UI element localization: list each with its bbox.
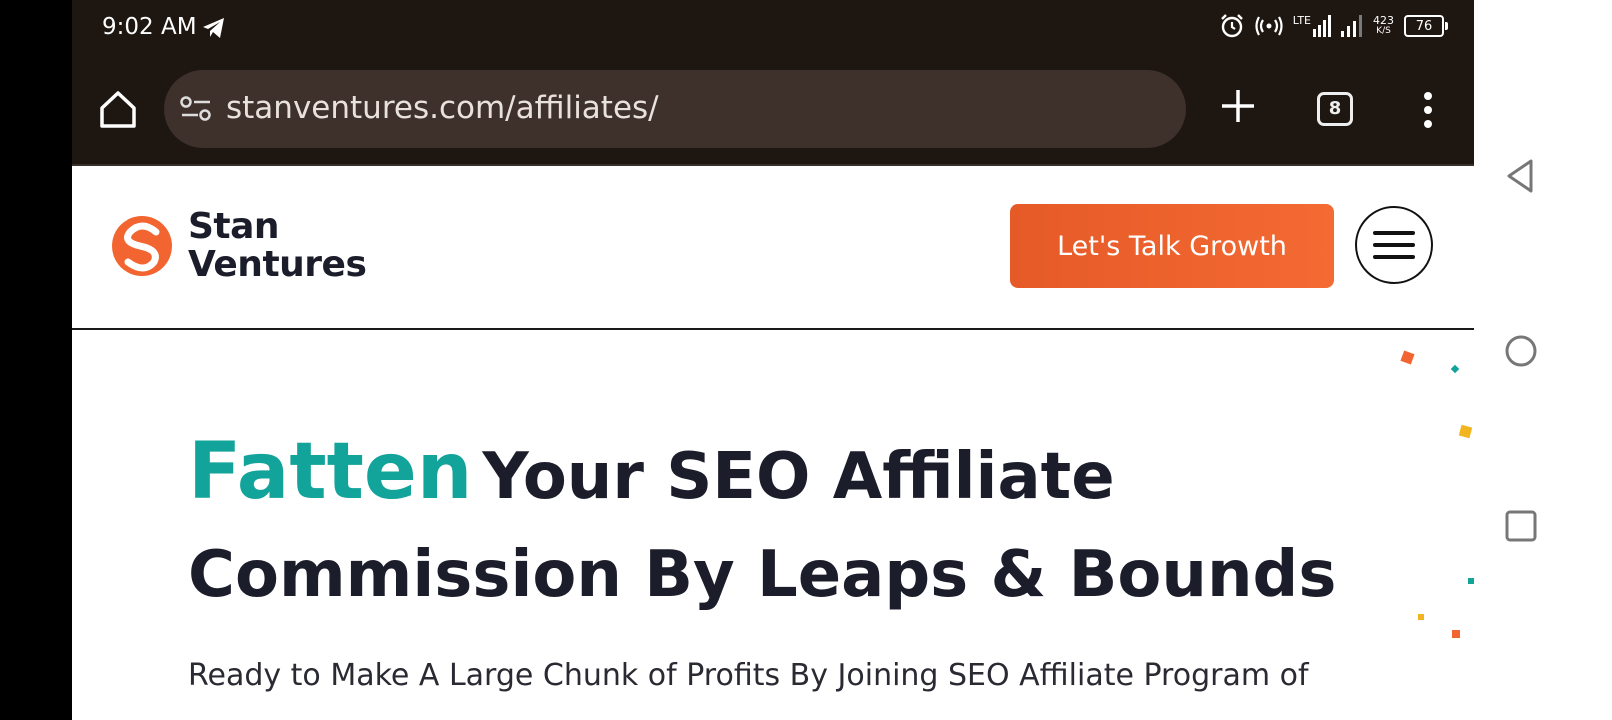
plus-icon[interactable] — [1218, 86, 1258, 126]
status-bar: 9:02 AM LTE 423 K/S 76 — [72, 0, 1474, 58]
square-recents-icon[interactable] — [1505, 510, 1537, 542]
tab-switcher-button[interactable]: 8 — [1317, 92, 1353, 126]
confetti-decoration — [1450, 364, 1460, 374]
telegram-icon — [203, 18, 224, 38]
address-bar[interactable]: stanventures.com/affiliates/ — [164, 70, 1186, 148]
battery-level: 76 — [1415, 18, 1433, 34]
url-text[interactable]: stanventures.com/affiliates/ — [226, 90, 659, 126]
logo-line-2: Ventures — [188, 244, 367, 285]
site-header: Stan Ventures Let's Talk Growth — [72, 166, 1474, 330]
triangle-back-icon[interactable] — [1505, 158, 1535, 194]
net-speed-unit: K/S — [1376, 26, 1391, 36]
circle-home-icon[interactable] — [1504, 334, 1538, 368]
headline-line-2: Commission By Leaps & Bounds — [188, 538, 1337, 612]
net-speed-value: 423 — [1373, 14, 1394, 27]
headline-rest: Your SEO Affiliate — [482, 440, 1115, 514]
net-speed: 423 K/S — [1373, 15, 1394, 37]
status-icons: LTE 423 K/S 76 — [1219, 13, 1448, 39]
lets-talk-growth-button[interactable]: Let's Talk Growth — [1010, 204, 1334, 288]
hotspot-icon — [1255, 16, 1283, 36]
hero-subtext: Ready to Make A Large Chunk of Profits B… — [188, 658, 1309, 693]
confetti-decoration — [1400, 350, 1415, 365]
android-nav-bar — [1474, 0, 1612, 720]
logo-mark-icon — [112, 216, 172, 276]
hamburger-menu-icon[interactable] — [1355, 206, 1433, 284]
hero-headline: Fatten Your SEO Affiliate Commission By L… — [188, 428, 1336, 619]
tune-icon[interactable] — [180, 96, 212, 122]
confetti-decoration — [1458, 424, 1473, 439]
logo-wordmark: Stan Ventures — [188, 206, 367, 285]
headline-accent: Fatten — [188, 427, 473, 517]
browser-toolbar: stanventures.com/affiliates/ 8 — [72, 58, 1474, 166]
logo-line-1: Stan — [188, 206, 280, 247]
alarm-icon — [1220, 14, 1243, 38]
signal-icon — [1341, 15, 1362, 37]
confetti-decoration — [1452, 630, 1460, 638]
hero-section: Fatten Your SEO Affiliate Commission By L… — [72, 330, 1474, 720]
more-vert-icon[interactable] — [1416, 88, 1440, 132]
network-type: LTE — [1292, 14, 1311, 27]
home-icon[interactable] — [96, 88, 140, 132]
status-time: 9:02 AM — [102, 14, 197, 40]
battery-icon: 76 — [1404, 15, 1448, 37]
lte-signal-icon: LTE — [1293, 15, 1331, 37]
confetti-decoration — [1418, 614, 1424, 620]
phone-screen: 9:02 AM LTE 423 K/S 76 stanventures.com/… — [72, 0, 1474, 720]
stan-ventures-logo[interactable]: Stan Ventures — [110, 206, 367, 285]
